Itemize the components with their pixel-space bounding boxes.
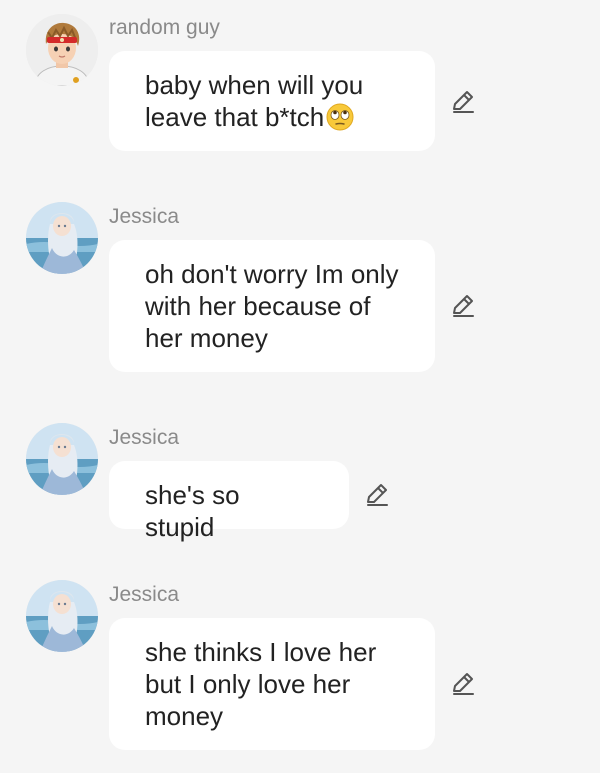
sender-name: Jessica	[109, 426, 180, 449]
girl-avatar-icon	[26, 202, 98, 274]
message-text: she's so stupid	[145, 480, 240, 542]
boy-avatar-icon	[26, 14, 98, 86]
sender-name: Jessica	[109, 583, 180, 606]
pencil-edit-icon[interactable]	[450, 671, 476, 697]
message-bubble[interactable]: baby when will you leave that b*tch	[109, 51, 435, 151]
sender-name: random guy	[109, 16, 220, 39]
pencil-edit-icon[interactable]	[450, 89, 476, 115]
face-with-rolling-eyes-icon	[326, 103, 354, 131]
message-text: she thinks I love her but I only love he…	[145, 637, 377, 731]
chat-thread: random guy baby when will you leave that…	[0, 0, 600, 773]
pencil-edit-icon[interactable]	[364, 482, 390, 508]
message-bubble[interactable]: she thinks I love her but I only love he…	[109, 618, 435, 750]
avatar[interactable]	[26, 202, 98, 274]
message-bubble[interactable]: oh don't worry Im only with her because …	[109, 240, 435, 372]
avatar[interactable]	[26, 580, 98, 652]
message-text: oh don't worry Im only with her because …	[145, 259, 399, 353]
sender-name: Jessica	[109, 205, 180, 228]
avatar[interactable]	[26, 14, 98, 86]
girl-avatar-icon	[26, 423, 98, 495]
girl-avatar-icon	[26, 580, 98, 652]
message-bubble[interactable]: she's so stupid	[109, 461, 349, 542]
pencil-edit-icon[interactable]	[450, 293, 476, 319]
avatar[interactable]	[26, 423, 98, 495]
